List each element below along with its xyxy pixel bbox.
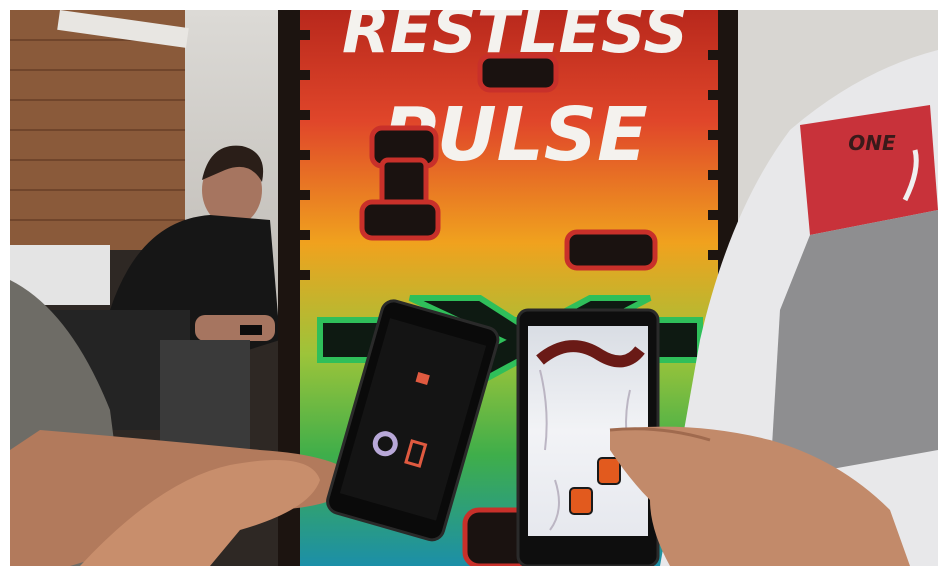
player-ship-icon	[569, 487, 593, 515]
brick-wall	[10, 10, 189, 250]
ship-icon	[564, 229, 658, 271]
jacket-logo: ONE	[848, 131, 896, 155]
event-photo: RESTLESS PULSE ONE	[10, 10, 938, 566]
game-ship-icon	[597, 457, 621, 485]
photo-scene: RESTLESS PULSE ONE	[10, 10, 938, 566]
ship-icon	[477, 53, 559, 93]
